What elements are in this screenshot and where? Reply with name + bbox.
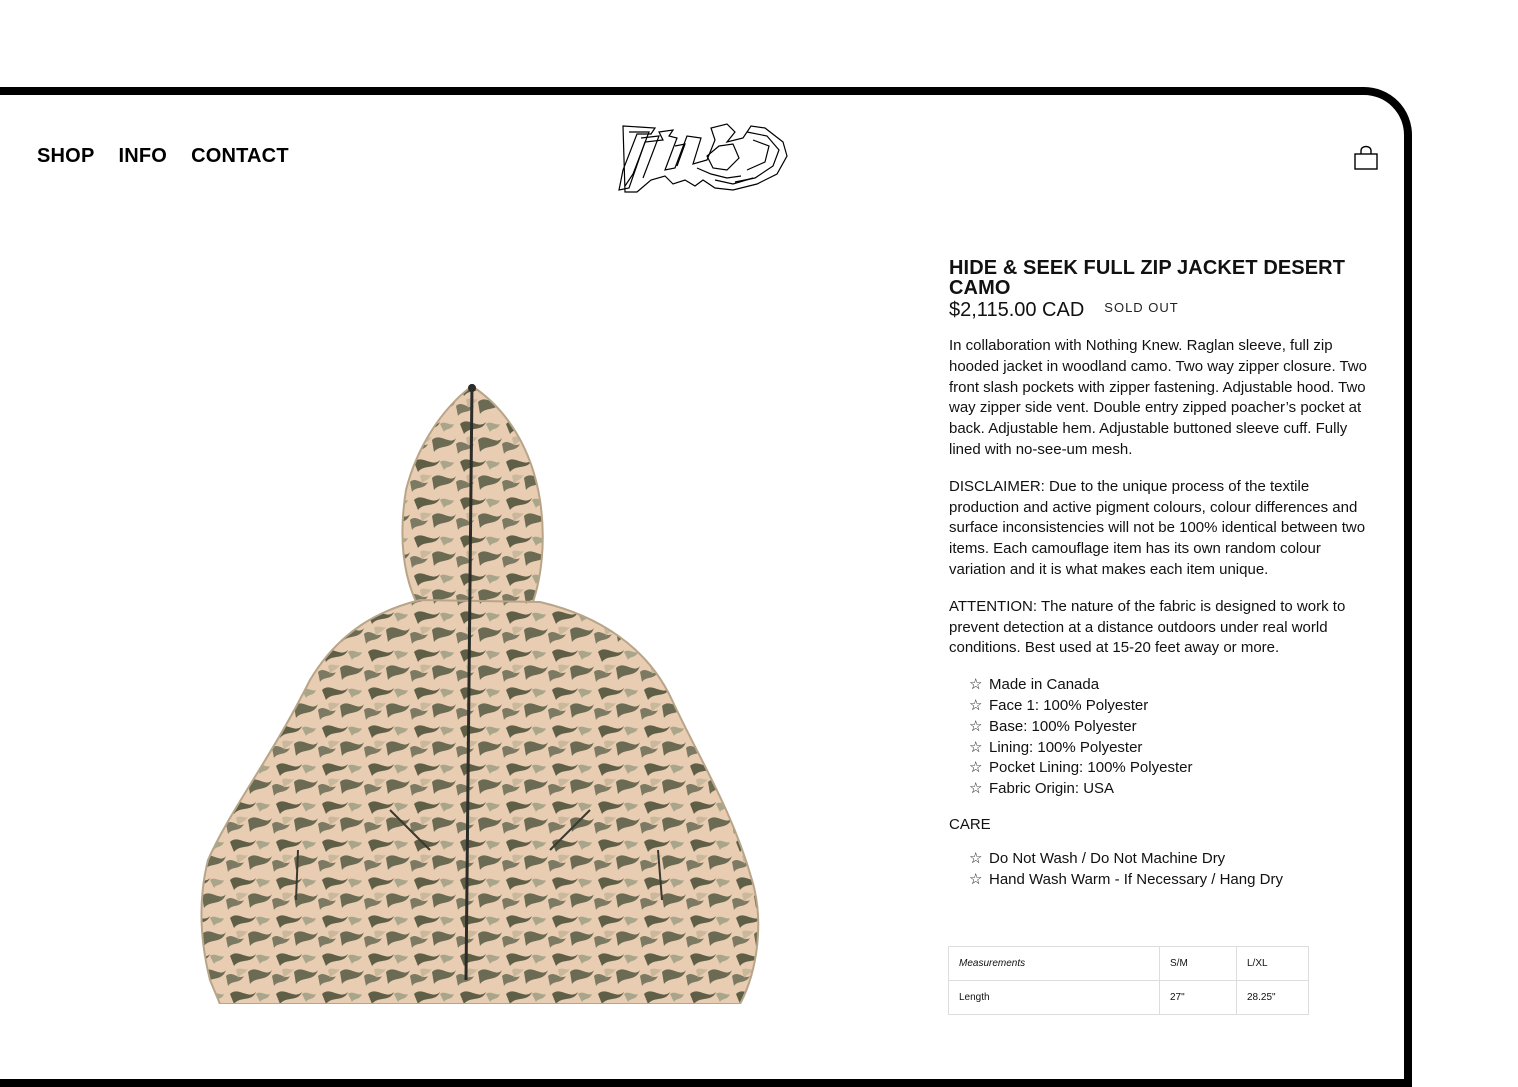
list-item: ☆ Do Not Wash / Do Not Machine Dry [969, 849, 1374, 870]
table-header-row: Measurements S/M L/XL [948, 946, 1309, 981]
care-heading: CARE [949, 815, 991, 833]
list-item: ☆ Base: 100% Polyester [969, 717, 1374, 738]
star-outline-icon: ☆ [969, 870, 983, 888]
measurements-table: Measurements S/M L/XL Length 27" 28.25" [948, 946, 1309, 1015]
star-outline-icon: ☆ [969, 849, 983, 867]
list-item: ☆ Face 1: 100% Polyester [969, 696, 1374, 717]
table-header-cell: Measurements [948, 946, 1160, 981]
list-item: ☆ Made in Canada [969, 675, 1374, 696]
table-row: Length 27" 28.25" [948, 980, 1309, 1015]
list-item: ☆ Pocket Lining: 100% Polyester [969, 758, 1374, 779]
list-item: ☆ Hand Wash Warm - If Necessary / Hang Dr… [969, 870, 1374, 891]
product-price: $2,115.00 CAD [949, 299, 1085, 321]
product-disclaimer: DISCLAIMER: Due to the unique process of… [949, 477, 1366, 578]
brand-logo[interactable] [615, 118, 791, 196]
star-outline-icon: ☆ [969, 696, 983, 714]
list-item: ☆ Lining: 100% Polyester [969, 738, 1374, 759]
cart-bag-icon[interactable] [1352, 144, 1380, 172]
product-image[interactable] [180, 380, 780, 1004]
spec-list: ☆ Made in Canada ☆ Face 1: 100% Polyester … [949, 675, 1374, 800]
table-cell: 27" [1159, 980, 1237, 1015]
star-outline-icon: ☆ [969, 780, 983, 798]
product-description: In collaboration with Nothing Knew. Ragl… [949, 337, 1368, 458]
product-attention: ATTENTION: The nature of the fabric is d… [949, 597, 1346, 657]
product-title: HIDE & SEEK FULL ZIP JACKET DESERT CAMO [949, 257, 1346, 299]
price-row: $2,115.00 CAD SOLD OUT [949, 299, 1374, 322]
table-cell: Length [948, 980, 1160, 1015]
table-cell: 28.25" [1236, 980, 1309, 1015]
nav-info[interactable]: INFO [118, 145, 167, 168]
list-item: ☆ Fabric Origin: USA [969, 779, 1374, 800]
table-header-cell: S/M [1159, 946, 1237, 981]
sold-out-badge: SOLD OUT [1104, 300, 1179, 315]
star-outline-icon: ☆ [969, 759, 983, 777]
table-header-cell: L/XL [1236, 946, 1309, 981]
star-outline-icon: ☆ [969, 676, 983, 694]
jacket-body [200, 598, 760, 1004]
product-details: HIDE & SEEK FULL ZIP JACKET DESERT CAMO … [949, 258, 1374, 891]
main-nav: SHOP INFO CONTACT [37, 145, 289, 168]
star-outline-icon: ☆ [969, 717, 983, 735]
nav-contact[interactable]: CONTACT [191, 145, 289, 168]
nav-shop[interactable]: SHOP [37, 145, 94, 168]
star-outline-icon: ☆ [969, 738, 983, 756]
care-list: ☆ Do Not Wash / Do Not Machine Dry ☆ Hand … [949, 849, 1374, 891]
